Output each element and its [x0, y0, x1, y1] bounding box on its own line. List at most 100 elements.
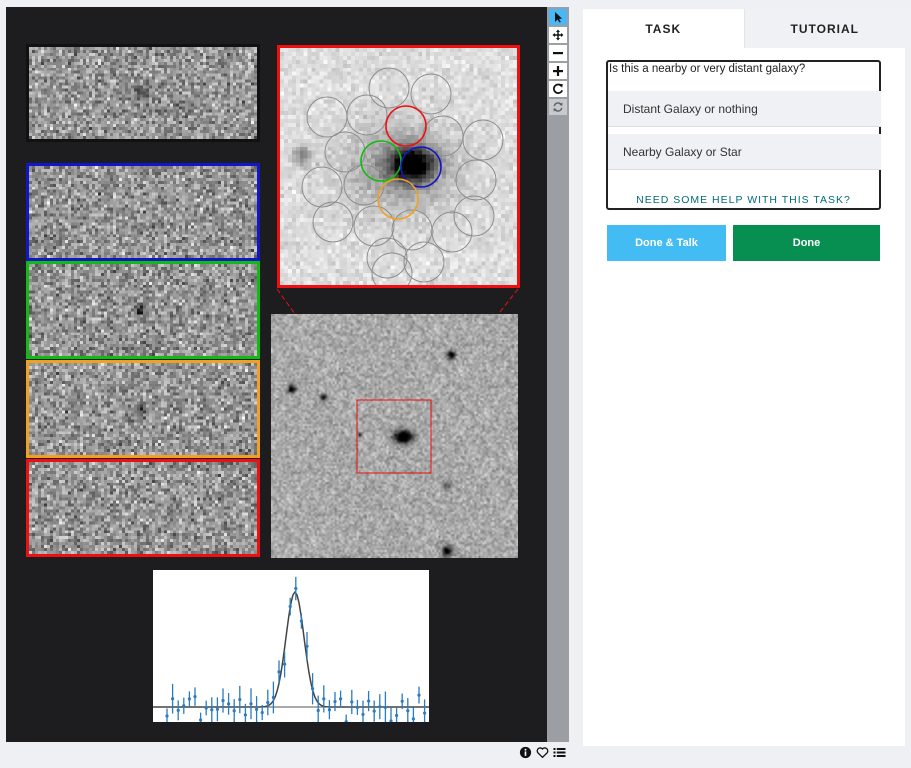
rotate-button[interactable]: [549, 81, 567, 97]
grey-aperture: [403, 241, 445, 283]
spectrum-point: [171, 697, 175, 701]
cutout-red-image: [29, 462, 257, 554]
spectrum-point: [182, 704, 186, 708]
spectrum-point: [255, 707, 259, 711]
spectrum-point: [260, 710, 264, 715]
spectrum-point: [378, 705, 382, 709]
spectrum-point: [400, 699, 404, 703]
spectrum-point: [238, 697, 242, 702]
zoom-in-button[interactable]: [549, 63, 567, 79]
spectrum-point: [327, 708, 331, 712]
answer-nearby-galaxy[interactable]: Nearby Galaxy or Star: [608, 134, 881, 170]
viewer-footer-icons: [519, 743, 571, 758]
tab-tutorial[interactable]: TUTORIAL: [743, 9, 905, 48]
spectrum-point: [372, 709, 376, 713]
grey-aperture: [312, 201, 354, 243]
spectrum-point: [299, 619, 303, 623]
spectrum-point: [165, 714, 169, 718]
spectrum-point: [344, 720, 348, 724]
spectrum-point: [294, 586, 298, 591]
spectrum-point: [283, 662, 287, 666]
spectrum-point: [221, 698, 225, 703]
image-viewer[interactable]: [6, 7, 547, 742]
heart-icon[interactable]: [536, 744, 549, 758]
spectrum-point: [288, 604, 292, 609]
grey-aperture: [366, 237, 408, 279]
spectrum-point: [243, 713, 247, 717]
question-box: Is this a nearby or very distant galaxy?…: [606, 60, 881, 210]
highlighted-aperture: [385, 105, 427, 147]
grey-aperture: [391, 209, 433, 251]
spectrum-point: [311, 687, 315, 691]
grey-aperture: [301, 166, 343, 208]
zoom-out-button[interactable]: [549, 45, 567, 61]
reset-button[interactable]: [549, 99, 567, 115]
spectrum-point: [339, 697, 343, 701]
answer-label: Nearby Galaxy or Star: [623, 144, 742, 159]
spectrum-point: [406, 709, 410, 713]
grey-aperture: [353, 205, 395, 247]
grey-aperture: [462, 119, 504, 161]
cutout-top: [26, 44, 260, 142]
reset-icon: [553, 102, 563, 112]
cutout-orange-image: [29, 363, 257, 455]
cutout-orange: [26, 360, 260, 458]
cutout-green: [26, 261, 260, 359]
grey-aperture: [422, 115, 464, 157]
spectrum-point: [395, 713, 399, 718]
grey-aperture: [368, 67, 410, 109]
aperture-overlay: [301, 67, 504, 285]
answer-label: Distant Galaxy or nothing: [623, 101, 758, 116]
pointer-tool-button[interactable]: [549, 9, 567, 25]
spectrum-point: [266, 700, 270, 705]
spectrum-point: [277, 670, 281, 674]
highlighted-aperture: [377, 178, 419, 220]
done-and-talk-button[interactable]: Done & Talk: [607, 225, 726, 261]
spectrum-point: [227, 702, 231, 706]
spectrum-point: [423, 711, 427, 715]
cutout-blue-image: [29, 166, 257, 258]
cutout-top-image: [29, 47, 257, 139]
spectrum-point: [417, 693, 421, 697]
rotate-icon: [553, 83, 563, 94]
spectrum-plot: [153, 570, 429, 735]
cutout-green-image: [29, 264, 257, 356]
spectrum-point: [305, 644, 309, 648]
grey-aperture: [346, 94, 388, 136]
help-link[interactable]: NEED SOME HELP WITH THIS TASK?: [608, 194, 879, 206]
info-icon[interactable]: [519, 744, 532, 758]
spectrum-point: [232, 709, 236, 713]
spectrum-point: [361, 712, 365, 717]
spectrum-point: [367, 699, 371, 703]
spectrum-point: [316, 708, 320, 713]
cutout-blue: [26, 163, 260, 261]
tab-task[interactable]: TASK: [583, 9, 744, 48]
done-button[interactable]: Done: [733, 225, 880, 261]
cutout-red: [26, 459, 260, 557]
move-icon: [552, 29, 564, 41]
spectrum-point: [333, 699, 337, 704]
grey-aperture: [306, 96, 348, 138]
spectrum-svg: [153, 576, 429, 735]
galaxy-field-panel: [271, 314, 518, 558]
zoomed-galaxy-panel: [277, 45, 520, 288]
list-icon[interactable]: [553, 744, 566, 757]
zoom-out-icon: [553, 52, 563, 55]
viewer-toolbar: [547, 7, 569, 742]
question-text: Is this a nearby or very distant galaxy?: [609, 63, 806, 75]
grey-aperture: [371, 252, 413, 285]
answer-distant-galaxy[interactable]: Distant Galaxy or nothing: [608, 91, 881, 127]
grey-aperture: [431, 211, 473, 253]
spectrum-point: [350, 700, 354, 704]
spectrum-point: [383, 705, 387, 710]
spectrum-point: [271, 695, 275, 700]
spectrum-point: [215, 707, 219, 711]
spectrum-point: [322, 697, 326, 701]
spectrum-point: [204, 706, 208, 710]
spectrum-point: [411, 717, 415, 721]
spectrum-point: [389, 719, 393, 723]
galaxy-field-image: [271, 314, 518, 558]
grey-aperture: [453, 195, 495, 237]
move-tool-button[interactable]: [549, 27, 567, 43]
grey-aperture: [455, 159, 497, 201]
